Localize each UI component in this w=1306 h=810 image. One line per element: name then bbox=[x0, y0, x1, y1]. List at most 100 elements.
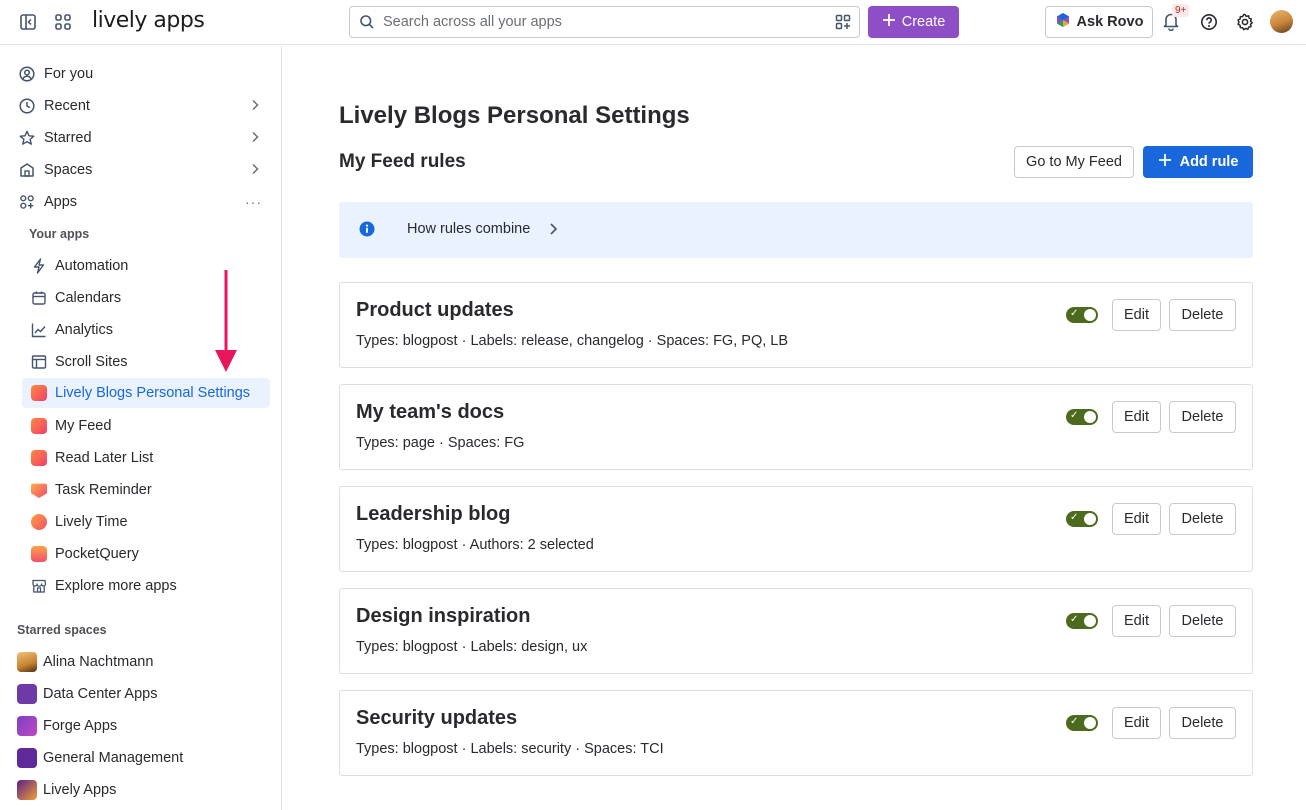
delete-label: Delete bbox=[1181, 307, 1224, 323]
how-rules-combine-label: How rules combine bbox=[407, 221, 531, 237]
edit-rule-button[interactable]: Edit bbox=[1112, 299, 1161, 331]
chevron-right-icon bbox=[250, 162, 260, 178]
rule-card: Security updates Types: blogpost · Label… bbox=[339, 690, 1253, 776]
create-button-label: Create bbox=[901, 14, 946, 30]
rule-enabled-toggle[interactable]: ✓ bbox=[1066, 409, 1098, 425]
lively-time-icon bbox=[30, 513, 48, 531]
rule-title: Leadership blog bbox=[356, 503, 511, 525]
rule-description: Types: blogpost · Labels: design, ux bbox=[356, 639, 588, 655]
sidebar-app-lively-time[interactable]: Lively Time bbox=[22, 507, 270, 537]
sidebar-app-task-reminder[interactable]: Task Reminder bbox=[22, 475, 270, 505]
sidebar-item-spaces[interactable]: Spaces bbox=[10, 155, 272, 185]
starred-spaces-heading: Starred spaces bbox=[17, 623, 107, 637]
delete-label: Delete bbox=[1181, 715, 1224, 731]
delete-rule-button[interactable]: Delete bbox=[1169, 503, 1236, 535]
edit-rule-button[interactable]: Edit bbox=[1112, 401, 1161, 433]
sidebar-app-label: Scroll Sites bbox=[55, 354, 128, 370]
edit-label: Edit bbox=[1124, 511, 1149, 527]
space-avatar bbox=[17, 716, 37, 736]
sidebar: For you Recent Starred Spaces Apps ··· Y… bbox=[0, 46, 282, 810]
delete-label: Delete bbox=[1181, 613, 1224, 629]
edit-rule-button[interactable]: Edit bbox=[1112, 707, 1161, 739]
more-options-icon[interactable]: ··· bbox=[245, 194, 262, 210]
delete-rule-button[interactable]: Delete bbox=[1169, 401, 1236, 433]
search-input[interactable]: Search across all your apps bbox=[349, 6, 860, 38]
chevron-right-icon bbox=[548, 222, 558, 239]
user-avatar[interactable] bbox=[1270, 10, 1293, 33]
section-title: My Feed rules bbox=[339, 151, 466, 172]
chevron-right-icon bbox=[250, 98, 260, 114]
sidebar-item-starred[interactable]: Starred bbox=[10, 123, 272, 153]
lively-blogs-icon bbox=[30, 449, 48, 467]
sidebar-item-recent[interactable]: Recent bbox=[10, 91, 272, 121]
plus-icon bbox=[1158, 153, 1172, 171]
rule-description: Types: blogpost · Labels: release, chang… bbox=[356, 333, 789, 349]
lively-apps-logo[interactable]: lively apps bbox=[92, 8, 205, 33]
edit-label: Edit bbox=[1124, 613, 1149, 629]
edit-rule-button[interactable]: Edit bbox=[1112, 605, 1161, 637]
starred-space-forge-apps[interactable]: Forge Apps bbox=[10, 711, 272, 741]
space-avatar bbox=[17, 748, 37, 768]
person-circle-icon bbox=[18, 65, 36, 83]
rule-enabled-toggle[interactable]: ✓ bbox=[1066, 511, 1098, 527]
space-label: Data Center Apps bbox=[43, 686, 158, 702]
sidebar-item-label: Apps bbox=[44, 194, 78, 210]
notification-count-badge: 9+ bbox=[1172, 4, 1190, 17]
space-avatar bbox=[17, 780, 37, 800]
calendar-icon bbox=[30, 289, 48, 307]
task-reminder-icon bbox=[30, 481, 48, 499]
app-switcher-icon[interactable] bbox=[52, 11, 74, 33]
edit-label: Edit bbox=[1124, 307, 1149, 323]
add-rule-button[interactable]: Add rule bbox=[1143, 146, 1253, 178]
sidebar-app-my-feed[interactable]: My Feed bbox=[22, 411, 270, 441]
apps-filter-icon[interactable] bbox=[835, 14, 851, 33]
sidebar-item-label: Starred bbox=[44, 130, 92, 146]
space-avatar bbox=[17, 652, 37, 672]
go-to-my-feed-label: Go to My Feed bbox=[1026, 154, 1122, 170]
help-icon[interactable] bbox=[1198, 11, 1220, 33]
delete-rule-button[interactable]: Delete bbox=[1169, 707, 1236, 739]
window-icon bbox=[30, 353, 48, 371]
sidebar-item-label: For you bbox=[44, 66, 94, 82]
space-label: Lively Apps bbox=[43, 782, 117, 798]
sidebar-app-label: Task Reminder bbox=[55, 482, 152, 498]
starred-space-lively-apps[interactable]: Lively Apps bbox=[10, 775, 272, 805]
starred-space-general-management[interactable]: General Management bbox=[10, 743, 272, 773]
delete-label: Delete bbox=[1181, 409, 1224, 425]
ask-rovo-button[interactable]: Ask Rovo bbox=[1045, 6, 1153, 38]
main-content: Lively Blogs Personal Settings My Feed r… bbox=[283, 46, 1306, 810]
space-label: Alina Nachtmann bbox=[43, 654, 154, 670]
check-icon: ✓ bbox=[1070, 512, 1079, 523]
sidebar-app-pocketquery[interactable]: PocketQuery bbox=[22, 539, 270, 569]
how-rules-combine-panel[interactable]: How rules combine bbox=[339, 202, 1253, 258]
rule-title: Security updates bbox=[356, 707, 518, 729]
pocketquery-icon bbox=[30, 545, 48, 563]
sidebar-explore-more-apps[interactable]: Explore more apps bbox=[22, 571, 270, 601]
space-avatar bbox=[17, 684, 37, 704]
settings-gear-icon[interactable] bbox=[1234, 11, 1256, 33]
edit-label: Edit bbox=[1124, 409, 1149, 425]
starred-space-alina-nachtmann[interactable]: Alina Nachtmann bbox=[10, 647, 272, 677]
starred-space-data-center-apps[interactable]: Data Center Apps bbox=[10, 679, 272, 709]
edit-rule-button[interactable]: Edit bbox=[1112, 503, 1161, 535]
go-to-my-feed-button[interactable]: Go to My Feed bbox=[1014, 146, 1134, 178]
delete-rule-button[interactable]: Delete bbox=[1169, 299, 1236, 331]
sidebar-toggle-icon[interactable] bbox=[17, 11, 39, 33]
sidebar-app-read-later-list[interactable]: Read Later List bbox=[22, 443, 270, 473]
rule-enabled-toggle[interactable]: ✓ bbox=[1066, 613, 1098, 629]
page-title: Lively Blogs Personal Settings bbox=[339, 102, 690, 129]
rule-card: My team's docs Types: page · Spaces: FG … bbox=[339, 384, 1253, 470]
plus-icon bbox=[882, 13, 896, 31]
rule-card: Design inspiration Types: blogpost · Lab… bbox=[339, 588, 1253, 674]
create-button[interactable]: Create bbox=[868, 6, 959, 38]
rule-enabled-toggle[interactable]: ✓ bbox=[1066, 307, 1098, 323]
sidebar-app-lively-blogs-personal-settings[interactable]: Lively Blogs Personal Settings bbox=[22, 378, 270, 408]
search-icon bbox=[359, 14, 375, 33]
ask-rovo-label: Ask Rovo bbox=[1076, 14, 1144, 30]
sidebar-item-for-you[interactable]: For you bbox=[10, 59, 272, 89]
rule-card: Leadership blog Types: blogpost · Author… bbox=[339, 486, 1253, 572]
rule-title: Product updates bbox=[356, 299, 514, 321]
delete-rule-button[interactable]: Delete bbox=[1169, 605, 1236, 637]
rule-enabled-toggle[interactable]: ✓ bbox=[1066, 715, 1098, 731]
sidebar-item-apps[interactable]: Apps ··· bbox=[10, 187, 272, 217]
